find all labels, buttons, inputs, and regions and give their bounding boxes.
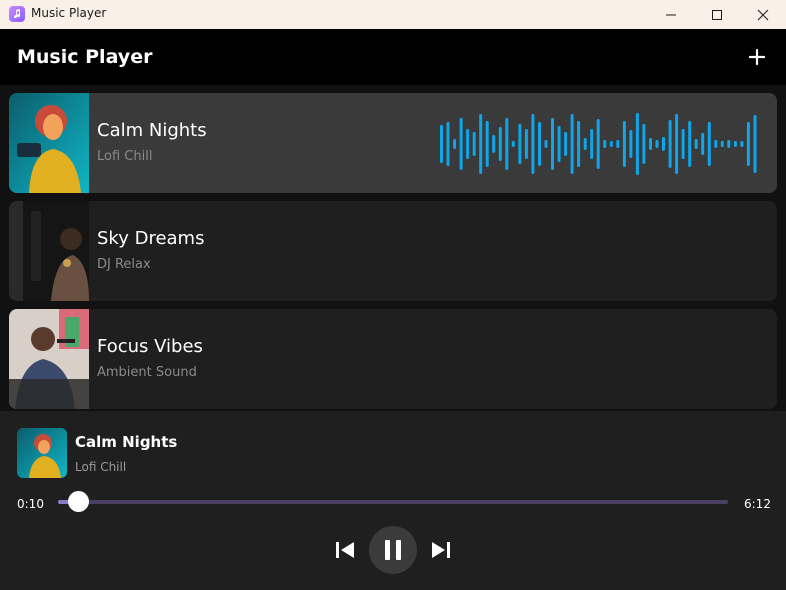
close-icon [757,9,769,20]
waveform-bar [649,138,652,150]
waveform-bar [583,138,587,150]
track-title: Calm Nights [97,120,207,141]
plus-icon [748,48,766,66]
waveform-bar [538,122,541,166]
waveform-bar [440,125,443,163]
waveform-bar [446,122,450,166]
waveform-bar [714,140,718,148]
waveform-bar [681,129,685,159]
waveform-bar [753,115,757,173]
waveform-bar [655,140,659,148]
audio-waveform [440,113,757,175]
waveform-bar [707,122,711,166]
waveform-bar [642,124,646,164]
current-time: 0:10 [17,497,44,511]
waveform-bar [622,121,626,167]
waveform-bar [505,118,509,170]
waveform-bar [629,130,633,158]
waveform-bar [616,140,620,148]
track-item[interactable]: Sky Dreams DJ Relax [9,201,777,301]
waveform-bar [720,141,724,147]
waveform-bar [675,114,679,174]
maximize-icon [712,9,722,20]
skip-previous-icon [336,542,354,558]
album-art [9,201,89,301]
now-playing-panel: Calm Nights Lofi Chill 0:10 6:12 [0,411,786,590]
waveform-bar [459,118,463,170]
next-button[interactable] [429,538,453,562]
waveform-bar [590,129,594,159]
total-time: 6:12 [744,497,771,511]
pause-icon [385,540,401,560]
app-header: Music Player [0,29,786,85]
waveform-bar [701,133,705,155]
waveform-bar [551,118,554,170]
album-art [9,93,89,193]
waveform-bar [544,140,548,148]
skip-next-icon [432,542,450,558]
track-artist: Lofi Chill [97,149,153,164]
add-track-button[interactable] [746,46,768,68]
waveform-bar [466,129,470,159]
waveform-bar [688,121,692,167]
window-titlebar: Music Player [0,0,786,29]
waveform-bar [733,141,737,147]
waveform-bar [740,141,744,147]
track-title: Sky Dreams [97,228,205,249]
waveform-bar [668,120,672,168]
progress-slider[interactable] [58,500,728,504]
now-playing-title: Calm Nights [75,433,178,451]
maximize-button[interactable] [694,0,740,29]
waveform-bar [596,119,600,169]
waveform-bar [485,121,489,167]
album-art [9,309,89,409]
waveform-bar [564,132,568,156]
track-item[interactable]: Focus Vibes Ambient Sound [9,309,777,409]
waveform-bar [531,114,535,174]
waveform-bar [524,129,528,159]
now-playing-art [17,428,67,478]
waveform-bar [727,140,731,148]
waveform-bar [577,121,581,167]
track-artist: DJ Relax [97,257,151,272]
waveform-bar [557,126,561,162]
minimize-button[interactable] [648,0,694,29]
progress-handle[interactable] [68,491,90,512]
waveform-bar [746,122,750,166]
waveform-bar [453,139,457,149]
minimize-icon [666,14,676,15]
waveform-bar [609,141,613,147]
page-title: Music Player [17,46,153,68]
previous-button[interactable] [333,538,357,562]
waveform-bar [662,137,665,151]
music-note-icon [9,6,25,22]
waveform-bar [479,114,483,174]
waveform-bar [498,127,502,161]
waveform-bar [518,124,522,164]
track-title: Focus Vibes [97,336,203,357]
waveform-bar [570,114,574,174]
waveform-bar [472,132,476,156]
waveform-bar [603,140,607,148]
track-item[interactable]: Calm Nights Lofi Chill [9,93,777,193]
waveform-bar [635,113,639,175]
waveform-bar [694,139,698,149]
close-button[interactable] [740,0,786,29]
waveform-bar [492,135,496,153]
window-title: Music Player [31,6,107,20]
waveform-bar [511,141,515,147]
pause-button[interactable] [369,526,417,574]
track-list: Calm Nights Lofi Chill Sky Dreams DJ Rel… [0,85,786,411]
now-playing-artist: Lofi Chill [75,460,127,474]
track-artist: Ambient Sound [97,365,197,380]
